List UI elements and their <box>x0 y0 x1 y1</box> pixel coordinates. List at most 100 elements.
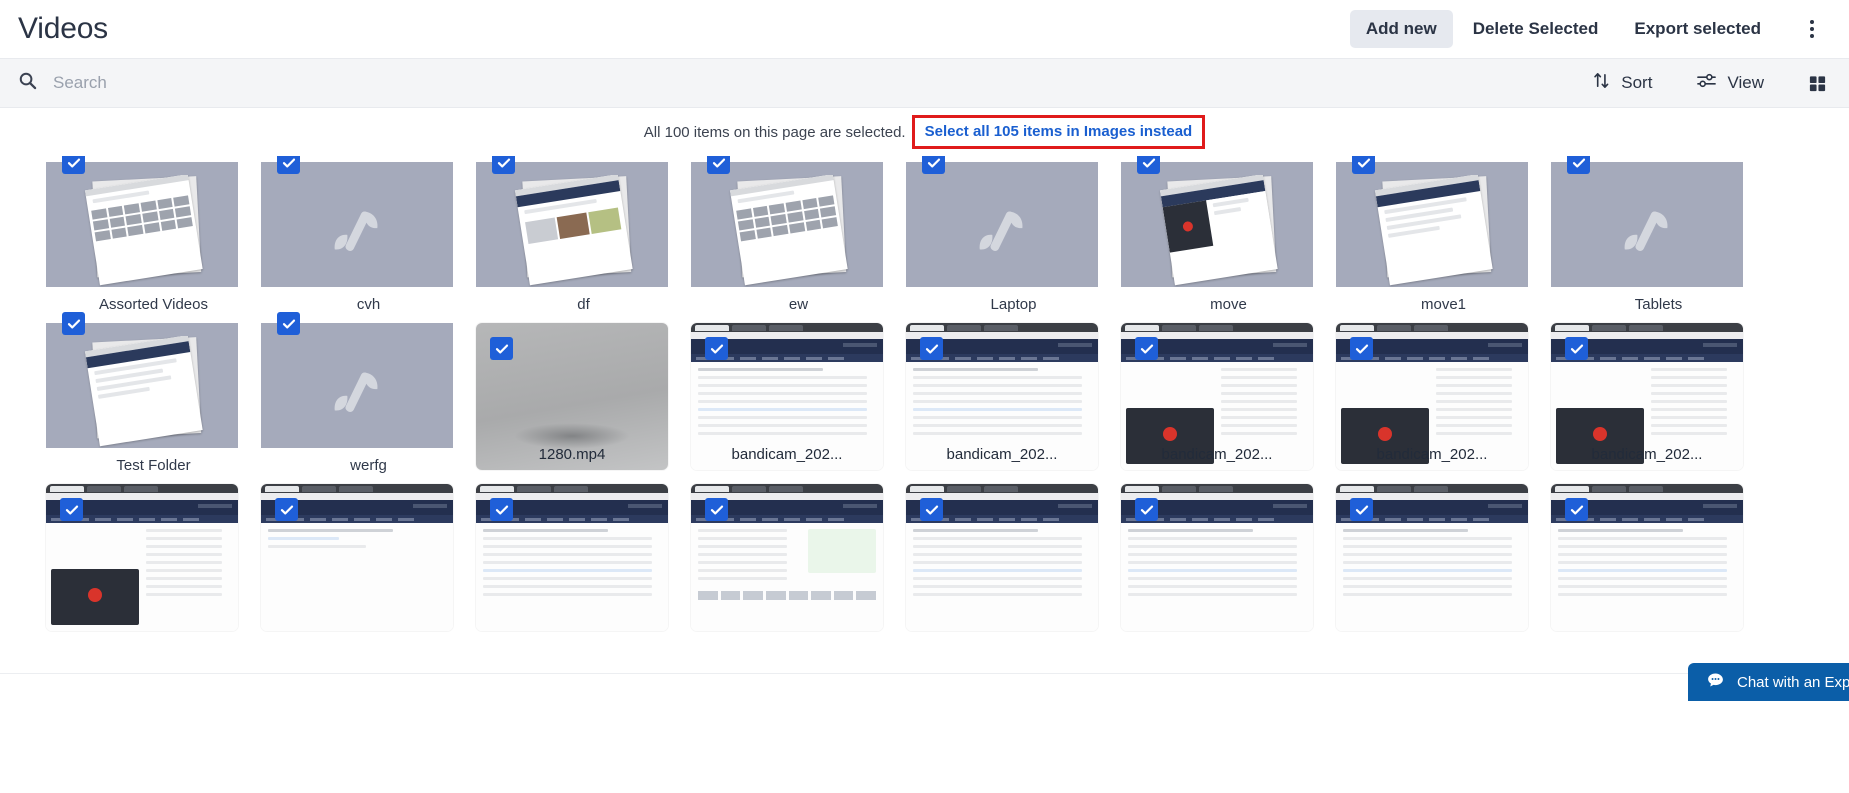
file-item[interactable]: bandicam_202... <box>906 323 1121 474</box>
search-area <box>18 71 1570 95</box>
search-input[interactable] <box>51 72 471 94</box>
chat-with-expert-widget[interactable]: Chat with an Expe <box>1688 663 1849 701</box>
item-thumbnail[interactable] <box>1551 156 1743 287</box>
file-item[interactable] <box>1121 484 1336 631</box>
file-item[interactable] <box>46 484 261 631</box>
folder-item[interactable]: move <box>1121 156 1336 313</box>
toolbar-right: Sort View <box>1570 65 1831 101</box>
item-thumbnail[interactable]: bandicam_202... <box>906 323 1098 470</box>
item-thumbnail[interactable] <box>46 484 238 631</box>
sliders-icon <box>1696 71 1717 95</box>
item-checkbox-checked[interactable] <box>1135 498 1158 521</box>
delete-selected-button[interactable]: Delete Selected <box>1457 10 1615 48</box>
item-checkbox-checked[interactable] <box>490 337 513 360</box>
folder-item[interactable]: Assorted Videos <box>46 156 261 313</box>
item-checkbox-checked[interactable] <box>1567 156 1590 174</box>
item-checkbox-checked[interactable] <box>705 337 728 360</box>
file-item[interactable] <box>476 484 691 631</box>
chat-bubble-icon <box>1706 671 1725 694</box>
folder-item[interactable]: df <box>476 156 691 313</box>
folder-item[interactable]: ew <box>691 156 906 313</box>
item-label: move <box>1210 296 1247 313</box>
item-checkbox-checked[interactable] <box>277 312 300 335</box>
item-thumbnail[interactable]: bandicam_202... <box>691 323 883 470</box>
folder-item[interactable]: Test Folder <box>46 312 261 474</box>
add-new-button[interactable]: Add new <box>1349 10 1453 48</box>
select-all-items-link[interactable]: Select all 105 items in Images instead <box>925 123 1193 140</box>
item-thumbnail[interactable]: bandicam_202... <box>1336 323 1528 470</box>
file-item[interactable] <box>1551 484 1766 631</box>
item-thumbnail[interactable]: bandicam_202... <box>1551 323 1743 470</box>
item-thumbnail[interactable]: 1280.mp4 <box>476 323 668 470</box>
folder-item[interactable]: Tablets <box>1551 156 1766 313</box>
sort-label: Sort <box>1621 73 1653 92</box>
kebab-dot <box>1810 27 1814 31</box>
item-checkbox-checked[interactable] <box>1565 337 1588 360</box>
folder-item[interactable]: move1 <box>1336 156 1551 313</box>
file-item[interactable]: bandicam_202... <box>1336 323 1551 474</box>
item-checkbox-checked[interactable] <box>1352 156 1375 174</box>
file-item[interactable]: bandicam_202... <box>1121 323 1336 474</box>
leaf-icon <box>1624 211 1668 251</box>
file-item[interactable] <box>261 484 476 631</box>
folder-preview-stack <box>81 175 203 287</box>
item-checkbox-checked[interactable] <box>62 156 85 174</box>
item-thumbnail[interactable] <box>1336 484 1528 631</box>
item-checkbox-checked[interactable] <box>275 498 298 521</box>
item-checkbox-checked[interactable] <box>920 498 943 521</box>
sort-button[interactable]: Sort <box>1570 65 1674 101</box>
item-checkbox-checked[interactable] <box>1350 498 1373 521</box>
item-checkbox-checked[interactable] <box>492 156 515 174</box>
item-checkbox-checked[interactable] <box>1137 156 1160 174</box>
folder-icon <box>46 162 238 287</box>
item-thumbnail[interactable] <box>906 484 1098 631</box>
item-checkbox-checked[interactable] <box>62 312 85 335</box>
item-thumbnail[interactable] <box>261 484 453 631</box>
leaf-icon <box>334 372 378 412</box>
item-thumbnail[interactable] <box>1336 156 1528 287</box>
item-thumbnail[interactable] <box>1551 484 1743 631</box>
folder-icon <box>476 162 668 287</box>
export-selected-button[interactable]: Export selected <box>1618 10 1777 48</box>
item-checkbox-checked[interactable] <box>277 156 300 174</box>
item-checkbox-checked[interactable] <box>1135 337 1158 360</box>
file-item[interactable] <box>691 484 906 631</box>
file-item[interactable]: 1280.mp4 <box>476 323 691 474</box>
kebab-menu-icon[interactable] <box>1795 12 1829 46</box>
item-thumbnail[interactable] <box>691 156 883 287</box>
folder-icon <box>906 162 1098 287</box>
file-item[interactable] <box>906 484 1121 631</box>
view-button[interactable]: View <box>1674 65 1786 101</box>
item-thumbnail[interactable] <box>906 156 1098 287</box>
file-item[interactable] <box>1336 484 1551 631</box>
grid-view-icon[interactable] <box>1786 68 1831 99</box>
item-checkbox-checked[interactable] <box>490 498 513 521</box>
search-icon <box>18 71 37 95</box>
item-thumbnail[interactable] <box>261 156 453 287</box>
folder-item[interactable]: werfg <box>261 312 476 474</box>
item-checkbox-checked[interactable] <box>920 337 943 360</box>
item-thumbnail[interactable] <box>46 312 238 448</box>
item-thumbnail[interactable] <box>476 484 668 631</box>
folder-item[interactable]: cvh <box>261 156 476 313</box>
folder-item[interactable]: Laptop <box>906 156 1121 313</box>
folder-icon <box>691 162 883 287</box>
item-checkbox-checked[interactable] <box>1565 498 1588 521</box>
item-thumbnail[interactable] <box>46 156 238 287</box>
item-checkbox-checked[interactable] <box>705 498 728 521</box>
item-thumbnail[interactable] <box>476 156 668 287</box>
item-checkbox-checked[interactable] <box>1350 337 1373 360</box>
item-checkbox-checked[interactable] <box>707 156 730 174</box>
item-checkbox-checked[interactable] <box>922 156 945 174</box>
item-thumbnail[interactable] <box>1121 484 1313 631</box>
item-thumbnail[interactable] <box>1121 156 1313 287</box>
item-thumbnail[interactable] <box>691 484 883 631</box>
leaf-icon <box>979 211 1023 251</box>
file-item[interactable]: bandicam_202... <box>1551 323 1766 474</box>
item-label: werfg <box>350 457 387 474</box>
item-checkbox-checked[interactable] <box>60 498 83 521</box>
header-actions: Add new Delete Selected Export selected <box>1349 10 1831 48</box>
file-item[interactable]: bandicam_202... <box>691 323 906 474</box>
item-thumbnail[interactable] <box>261 312 453 448</box>
item-thumbnail[interactable]: bandicam_202... <box>1121 323 1313 470</box>
